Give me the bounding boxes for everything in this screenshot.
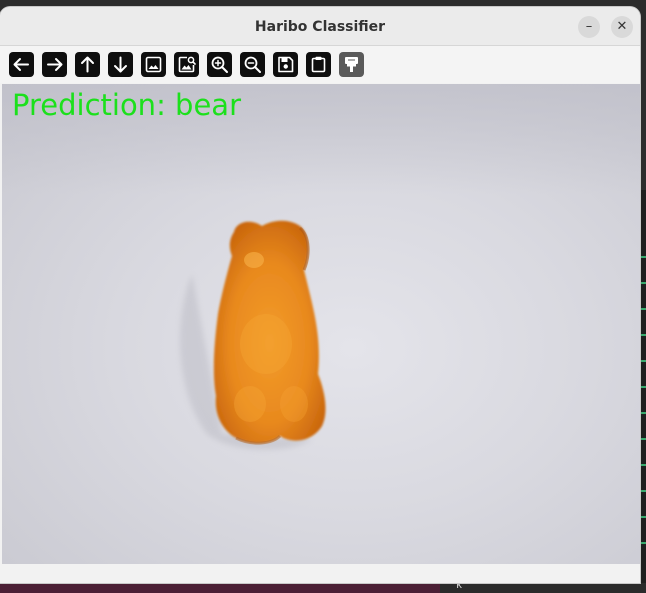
- toolbar: [0, 46, 640, 83]
- classifier-window: Haribo Classifier – ✕ Prediction: bear: [0, 7, 640, 583]
- arrow-down-icon: [114, 56, 127, 73]
- title-bar[interactable]: Haribo Classifier – ✕: [0, 7, 640, 46]
- arrow-right-icon: [47, 58, 63, 71]
- save-image-button[interactable]: [273, 52, 298, 77]
- zoom-in-icon: [211, 56, 228, 73]
- clipboard-icon: [311, 56, 326, 73]
- properties-button[interactable]: [339, 52, 364, 77]
- arrow-up-icon: [81, 56, 94, 73]
- pan-right-button[interactable]: [42, 52, 67, 77]
- zoom-fit-button[interactable]: [141, 52, 166, 77]
- zoom-original-button[interactable]: [174, 52, 199, 77]
- prediction-label: Prediction: bear: [12, 88, 241, 122]
- pan-up-button[interactable]: [75, 52, 100, 77]
- pan-down-button[interactable]: [108, 52, 133, 77]
- background-terminal-window: [640, 190, 646, 593]
- background-terminal-bottom: [440, 583, 646, 593]
- image-icon: [145, 56, 162, 73]
- image-search-icon: [178, 56, 196, 73]
- close-button[interactable]: ✕: [611, 16, 633, 38]
- save-icon: [278, 56, 294, 73]
- zoom-in-button[interactable]: [207, 52, 232, 77]
- arrow-left-icon: [13, 58, 29, 71]
- window-title: Haribo Classifier: [254, 19, 386, 35]
- zoom-out-button[interactable]: [240, 52, 265, 77]
- minimize-button[interactable]: –: [578, 16, 600, 38]
- brush-icon: [345, 57, 358, 72]
- copy-clipboard-button[interactable]: [306, 52, 331, 77]
- zoom-out-icon: [244, 56, 261, 73]
- gummy-bear-image: [180, 220, 326, 450]
- image-viewport[interactable]: Prediction: bear: [2, 84, 640, 564]
- pan-left-button[interactable]: [9, 52, 34, 77]
- status-bar: [0, 564, 640, 583]
